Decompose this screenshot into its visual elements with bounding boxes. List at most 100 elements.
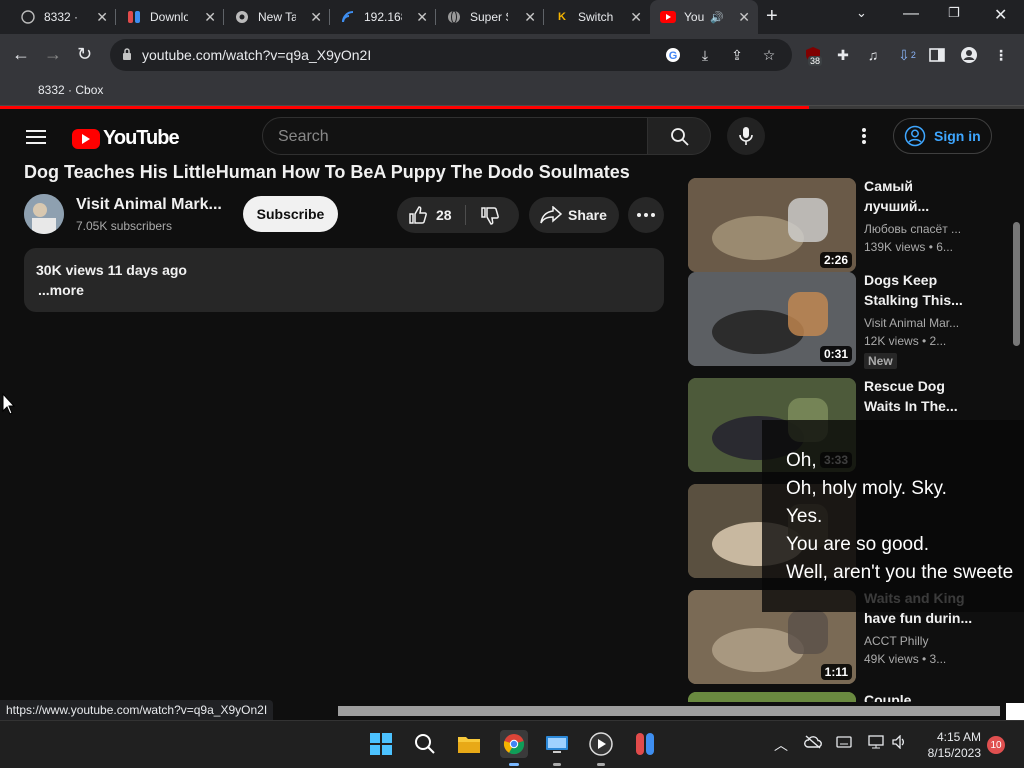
file-explorer-icon[interactable] bbox=[456, 731, 482, 757]
back-button[interactable]: ← bbox=[12, 44, 30, 64]
app-indicator bbox=[597, 763, 605, 766]
tab-4[interactable]: 192.168 ✕ bbox=[330, 0, 436, 34]
tab-2[interactable]: Downlo ✕ bbox=[116, 0, 224, 34]
settings-menu-icon[interactable] bbox=[862, 128, 866, 144]
more-actions-button[interactable] bbox=[628, 197, 664, 233]
like-button[interactable]: 28 bbox=[397, 197, 465, 233]
media-queue-icon[interactable]: ♫ bbox=[864, 46, 882, 64]
tab-3[interactable]: New Tal ✕ bbox=[224, 0, 330, 34]
share-page-icon[interactable]: ⇪ bbox=[728, 46, 746, 64]
video-title-line[interactable]: Waits In The... bbox=[864, 396, 984, 416]
video-channel[interactable]: Visit Animal Mar... bbox=[864, 316, 984, 330]
like-dislike-group: 28 bbox=[397, 197, 519, 233]
video-title-line[interactable]: Rescue Dog bbox=[864, 376, 984, 396]
search-input[interactable]: Search bbox=[262, 117, 648, 155]
progress-fill bbox=[0, 106, 809, 109]
sign-in-button[interactable]: Sign in bbox=[893, 118, 992, 154]
video-thumbnail[interactable]: 2:26 bbox=[688, 178, 856, 272]
tab-5[interactable]: Super S ✕ bbox=[436, 0, 544, 34]
video-title-line[interactable]: Stalking This... bbox=[864, 290, 984, 310]
bookmarks-bar: 8332 · Cbox bbox=[0, 76, 1024, 106]
close-icon[interactable]: ✕ bbox=[416, 10, 428, 24]
close-icon[interactable]: ✕ bbox=[630, 10, 642, 24]
switch-taskbar-icon[interactable] bbox=[632, 731, 658, 757]
youtube-icon bbox=[660, 9, 676, 25]
keyboard-icon[interactable] bbox=[836, 735, 852, 751]
channel-name[interactable]: Visit Animal Mark... bbox=[76, 196, 221, 214]
network-icon[interactable] bbox=[868, 735, 884, 752]
tab-6[interactable]: K Switch P ✕ bbox=[544, 0, 650, 34]
more-horizontal-icon bbox=[637, 213, 655, 217]
menu-icon[interactable] bbox=[26, 130, 46, 144]
voice-search-button[interactable] bbox=[727, 117, 765, 155]
install-icon[interactable]: ⤓ bbox=[696, 46, 714, 64]
status-bar-url: https://www.youtube.com/watch?v=q9a_X9yO… bbox=[0, 700, 274, 720]
search-button[interactable] bbox=[647, 117, 711, 155]
taskbar-search-icon[interactable] bbox=[412, 731, 438, 757]
video-title-line[interactable]: лучший... bbox=[864, 196, 984, 216]
new-tab-button[interactable]: + bbox=[766, 6, 778, 26]
like-count: 28 bbox=[436, 207, 452, 223]
close-icon[interactable]: ✕ bbox=[204, 10, 216, 24]
video-thumbnail[interactable]: 0:31 bbox=[688, 272, 856, 366]
ublock-extension-icon[interactable]: 38 bbox=[804, 46, 823, 66]
video-channel[interactable]: ACCT Philly bbox=[864, 634, 984, 648]
browser-menu-icon[interactable]: ⋮ bbox=[992, 46, 1010, 64]
screen: 8332 · C ✕ Downlo ✕ New Tal ✕ 192.168 ✕ … bbox=[0, 0, 1024, 768]
download-extension-icon[interactable]: ⇩ 2 bbox=[898, 46, 916, 64]
tab-youtube-active[interactable]: You 🔊 ✕ bbox=[650, 0, 758, 34]
remote-desktop-icon[interactable] bbox=[544, 731, 570, 757]
video-title-line[interactable]: Dogs Keep bbox=[864, 270, 984, 290]
close-icon[interactable]: ✕ bbox=[310, 10, 322, 24]
video-title-line[interactable]: Самый bbox=[864, 176, 984, 196]
address-bar[interactable]: youtube.com/watch?v=q9a_X9yOn2I G ⤓ ⇪ ☆ bbox=[110, 39, 792, 71]
close-window-button[interactable]: ✕ bbox=[994, 5, 1007, 25]
video-channel[interactable]: Любовь спасёт ... bbox=[864, 222, 984, 236]
chrome-taskbar-icon[interactable] bbox=[500, 730, 528, 758]
recommended-video[interactable]: Couple bbox=[688, 692, 1010, 702]
dislike-button[interactable] bbox=[466, 197, 519, 233]
recommended-video[interactable]: 2:26 Самый лучший... Любовь спасёт ... 139K … bbox=[688, 178, 1010, 272]
share-button[interactable]: Share bbox=[529, 197, 619, 233]
caption-line: Oh, bbox=[786, 450, 817, 471]
show-more-link[interactable]: ...more bbox=[38, 282, 84, 298]
video-thumbnail[interactable] bbox=[688, 692, 856, 702]
video-title-line[interactable]: Couple bbox=[864, 690, 984, 702]
side-panel-icon[interactable] bbox=[928, 46, 946, 64]
subscriber-count: 7.05K subscribers bbox=[76, 219, 173, 233]
media-player-icon[interactable] bbox=[588, 731, 614, 757]
tab-search-icon[interactable]: ⌄ bbox=[856, 5, 867, 21]
profile-icon[interactable] bbox=[960, 46, 978, 64]
minimize-button[interactable]: — bbox=[903, 5, 919, 23]
tab-1[interactable]: 8332 · C ✕ bbox=[10, 0, 116, 34]
bookmark-item[interactable]: 8332 · Cbox bbox=[38, 83, 103, 97]
recommended-video[interactable]: 0:31 Dogs Keep Stalking This... Visit Anima… bbox=[688, 270, 1010, 369]
extensions-puzzle-icon[interactable]: ✚ bbox=[834, 46, 852, 64]
video-duration: 1:11 bbox=[820, 664, 852, 680]
google-lens-icon[interactable]: G bbox=[664, 46, 682, 64]
video-views: 12K views • 2... bbox=[864, 334, 947, 348]
cloud-offline-icon[interactable] bbox=[804, 735, 822, 752]
notification-badge[interactable]: 10 bbox=[987, 736, 1005, 754]
channel-avatar[interactable] bbox=[24, 194, 64, 234]
subscribe-button[interactable]: Subscribe bbox=[243, 196, 338, 232]
tray-chevron-icon[interactable]: ︿ bbox=[774, 735, 788, 755]
page-scrollbar-thumb[interactable] bbox=[1013, 222, 1020, 346]
bookmark-star-icon[interactable]: ☆ bbox=[760, 46, 778, 64]
youtube-logo[interactable]: YouTube bbox=[72, 127, 180, 150]
youtube-play-icon bbox=[72, 128, 100, 149]
restore-button[interactable]: ❐ bbox=[948, 5, 960, 21]
reload-button[interactable]: ↻ bbox=[77, 44, 92, 64]
caption-line: Yes. bbox=[786, 506, 823, 527]
forward-button[interactable]: → bbox=[44, 44, 62, 64]
speaker-icon[interactable]: 🔊 bbox=[710, 11, 724, 24]
horizontal-scrollbar[interactable] bbox=[338, 706, 1000, 716]
close-icon[interactable]: ✕ bbox=[524, 10, 536, 24]
windows-start-icon[interactable] bbox=[368, 731, 394, 757]
close-icon[interactable]: ✕ bbox=[738, 10, 750, 24]
page-load-progress bbox=[0, 106, 1024, 109]
system-clock[interactable]: 4:15 AM 8/15/2023 bbox=[915, 729, 981, 761]
close-icon[interactable]: ✕ bbox=[96, 10, 108, 24]
volume-icon[interactable] bbox=[892, 734, 908, 752]
description-box[interactable]: 30K views 11 days ago ...more bbox=[24, 248, 664, 312]
